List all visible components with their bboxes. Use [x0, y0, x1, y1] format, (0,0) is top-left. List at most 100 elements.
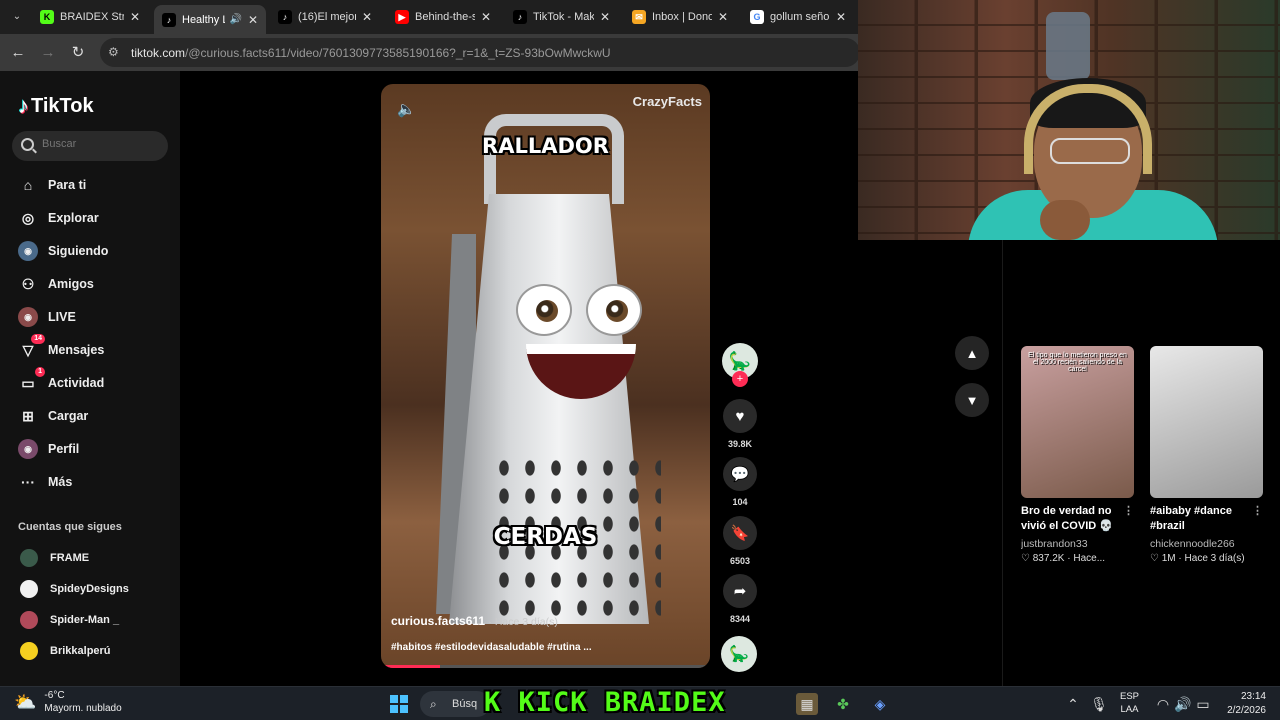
site-info-icon[interactable]: ⚙ — [108, 45, 119, 59]
chevron-up-icon[interactable]: ⌃ — [1062, 693, 1084, 715]
volume-icon[interactable]: 🔈 — [397, 100, 416, 118]
recommended-video-card[interactable]: #aibaby #dance #brazil ⋮ chickennoodle266 ♡… — [1150, 346, 1263, 564]
tab-close-icon[interactable]: ✕ — [362, 10, 372, 24]
follow-plus-icon[interactable]: + — [732, 371, 748, 387]
comment-action[interactable]: 💬 104 — [721, 457, 759, 507]
browser-tab[interactable]: ▶ Behind-the-s ✕ — [387, 5, 499, 29]
microphone-icon[interactable]: 🎙 — [1088, 693, 1110, 715]
language-indicator[interactable]: ESP LAA — [1120, 690, 1139, 716]
tab-close-icon[interactable]: ✕ — [718, 10, 728, 24]
music-disc-icon[interactable]: 🦕 — [721, 636, 757, 672]
card-author[interactable]: justbrandon33 — [1021, 538, 1134, 550]
search-input[interactable] — [42, 138, 162, 150]
browser-tab[interactable]: K BRAIDEX Stre ✕ — [32, 5, 148, 29]
weather-widget[interactable]: ⛅ -6°C Mayorm. nublado — [14, 689, 122, 715]
share-icon[interactable]: ➦ — [723, 574, 757, 608]
sidebar-nav-item[interactable]: ◉ LIVE — [18, 305, 76, 329]
video-thumbnail[interactable] — [1150, 346, 1263, 498]
tiktok-logo[interactable]: ♪ TikTok — [18, 93, 94, 119]
card-title[interactable]: #aibaby #dance #brazil ⋮ — [1150, 504, 1263, 534]
wifi-icon[interactable]: ◠ — [1152, 693, 1174, 715]
app-icon-2[interactable]: ◈ — [869, 693, 891, 715]
like-action[interactable]: ♥ 39.8K — [721, 399, 759, 449]
card-author[interactable]: chickennoodle266 — [1150, 538, 1263, 550]
sidebar-nav-item[interactable]: ⌂ Para ti — [18, 173, 86, 197]
account-avatar — [20, 549, 38, 567]
back-icon[interactable]: ← — [8, 43, 28, 63]
save-count: 6503 — [729, 556, 751, 566]
browser-tab[interactable]: ✉ Inbox | Dono ✕ — [624, 5, 736, 29]
next-video-button[interactable]: ▼ — [955, 383, 989, 417]
taskbar-clock[interactable]: 23:14 2/2/2026 — [1208, 690, 1266, 718]
like-count: 39.8K — [727, 439, 753, 449]
grater-right-eye — [586, 284, 642, 336]
video-progress-bar[interactable] — [381, 665, 710, 668]
taskbar-search-text: Búsq — [452, 698, 478, 710]
messages-icon: ▽ 14 — [18, 334, 45, 360]
sidebar-nav-item[interactable]: ⊞ Cargar — [18, 404, 88, 428]
webcam-overlay — [858, 0, 1280, 240]
share-action[interactable]: ➦ 8344 — [721, 574, 759, 624]
card-title[interactable]: Bro de verdad no vivió el COVID 💀 ...⋮ — [1021, 504, 1134, 534]
video-thumbnail[interactable]: El tipo que lo metieron preso en el 2000… — [1021, 346, 1134, 498]
tab-favicon-icon: ♪ — [278, 10, 292, 24]
previous-video-button[interactable]: ▲ — [955, 336, 989, 370]
video-progress-fill — [381, 665, 441, 668]
followed-account[interactable]: FRAME — [20, 549, 89, 567]
sidebar-nav-item[interactable]: ◉ Perfil — [18, 437, 79, 461]
reload-icon[interactable]: ↻ — [68, 43, 88, 63]
sidebar-nav-item[interactable]: ◉ Siguiendo — [18, 239, 108, 263]
logo-text: TikTok — [31, 94, 94, 117]
comment-icon[interactable]: 💬 — [723, 457, 757, 491]
windows-start-icon[interactable] — [390, 695, 408, 713]
tab-close-icon[interactable]: ✕ — [600, 10, 610, 24]
recommended-video-card[interactable]: El tipo que lo metieron preso en el 2000… — [1021, 346, 1134, 564]
tab-favicon-icon: K — [40, 10, 54, 24]
sidebar-nav-item[interactable]: ⚇ Amigos — [18, 272, 94, 296]
taskbar-search[interactable]: ⌕ Búsq — [420, 691, 490, 717]
heart-icon[interactable]: ♥ — [723, 399, 757, 433]
sidebar-nav-label: Siguiendo — [48, 244, 109, 258]
browser-tab[interactable]: ♪ Healthy L 🔊 ✕ — [154, 5, 266, 34]
sidebar-nav-item[interactable]: ▽ 14 Mensajes — [18, 334, 104, 362]
tab-close-icon[interactable]: ✕ — [481, 10, 491, 24]
search-icon — [21, 138, 34, 151]
forward-icon[interactable]: → — [38, 43, 58, 63]
sidebar-nav-label: Actividad — [48, 376, 105, 390]
sidebar-nav-item[interactable]: ◎ Explorar — [18, 206, 99, 230]
more-options-icon[interactable]: ⋮ — [1123, 504, 1134, 519]
address-bar[interactable]: ⚙ tiktok.com/@curious.facts611/video/760… — [100, 38, 860, 67]
followed-account[interactable]: SpideyDesigns — [20, 580, 129, 598]
more-options-icon[interactable]: ⋮ — [1252, 504, 1263, 519]
app-icon[interactable]: ✤ — [832, 693, 854, 715]
sidebar-nav-label: Explorar — [48, 211, 99, 225]
tab-close-icon[interactable]: ✕ — [130, 10, 140, 24]
minecraft-icon[interactable]: ▦ — [796, 693, 818, 715]
tab-close-icon[interactable]: ✕ — [836, 10, 846, 24]
tab-title: Healthy L — [182, 13, 226, 26]
bookmark-icon[interactable]: 🔖 — [723, 516, 757, 550]
video-author[interactable]: curious.facts611 · Hace 3 día(s) — [391, 614, 558, 628]
browser-tab[interactable]: ♪ TikTok - Make ✕ — [505, 5, 618, 29]
home-icon: ⌂ — [23, 177, 33, 193]
activity-icon: ▭ 1 — [18, 367, 45, 393]
browser-tab[interactable]: ♪ (16)El mejor p ✕ — [270, 5, 380, 29]
followed-account[interactable]: Brikkalperú — [20, 642, 111, 660]
followed-account[interactable]: Spider-Man _ — [20, 611, 119, 629]
url-text[interactable]: tiktok.com/@curious.facts611/video/76013… — [131, 46, 611, 60]
more-icon: ··· — [21, 474, 35, 490]
sidebar-nav-item[interactable]: ··· Más — [18, 470, 72, 494]
friends-icon: ⚇ — [21, 275, 35, 292]
search-box[interactable] — [12, 131, 168, 161]
browser-tab[interactable]: Ggollum señor ✕ — [742, 5, 854, 29]
video-player[interactable]: 🔈 CrazyFacts RALLADOR CERDAS curious.fac… — [381, 84, 710, 668]
speaker-icon[interactable]: 🔊 — [1172, 693, 1194, 715]
video-hashtags[interactable]: #habitos #estilodevidasaludable #rutina … — [391, 642, 592, 653]
tab-audio-icon[interactable]: 🔊 — [229, 14, 241, 25]
tab-close-icon[interactable]: ✕ — [248, 13, 258, 27]
sidebar-nav-item[interactable]: ▭ 1 Actividad — [18, 367, 105, 395]
tab-search-icon[interactable]: ⌄ — [8, 8, 26, 26]
weather-desc: Mayorm. nublado — [44, 703, 122, 714]
save-action[interactable]: 🔖 6503 — [721, 516, 759, 566]
video-caption-bottom: CERDAS — [493, 524, 598, 550]
